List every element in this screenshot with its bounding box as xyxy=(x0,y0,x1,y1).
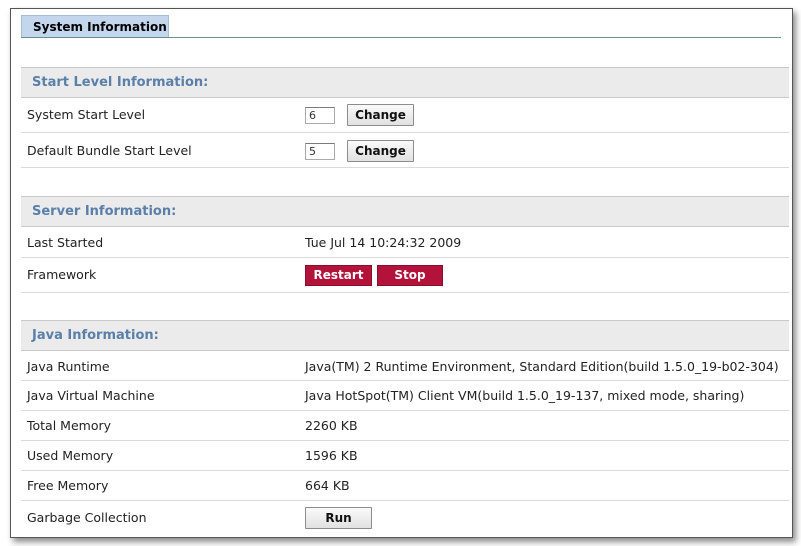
java-header: Java Information: xyxy=(21,320,789,351)
system-start-level-row: System Start Level 6 Change xyxy=(21,98,789,133)
default-bundle-start-level-input[interactable]: 5 xyxy=(305,143,335,160)
used-memory-value: 1596 KB xyxy=(305,448,358,463)
default-bundle-start-level-row: Default Bundle Start Level 5 Change xyxy=(21,133,789,168)
tab-bar: System Information xyxy=(21,15,781,38)
system-start-level-change-button[interactable]: Change xyxy=(347,104,414,126)
framework-row: Framework Restart Stop xyxy=(21,258,789,293)
server-header: Server Information: xyxy=(21,196,789,227)
used-memory-row: Used Memory 1596 KB xyxy=(21,441,789,471)
java-vm-row: Java Virtual Machine Java HotSpot(TM) Cl… xyxy=(21,381,789,411)
total-memory-row: Total Memory 2260 KB xyxy=(21,411,789,441)
tab-system-information[interactable]: System Information xyxy=(21,15,169,37)
last-started-value: Tue Jul 14 10:24:32 2009 xyxy=(305,235,462,250)
framework-label: Framework xyxy=(27,267,97,282)
java-section: Java Information: Java Runtime Java(TM) … xyxy=(21,320,789,535)
free-memory-label: Free Memory xyxy=(27,478,109,493)
start-level-header: Start Level Information: xyxy=(21,67,789,98)
total-memory-label: Total Memory xyxy=(27,418,112,433)
last-started-label: Last Started xyxy=(27,235,104,250)
java-vm-value: Java HotSpot(TM) Client VM(build 1.5.0_1… xyxy=(305,388,745,403)
free-memory-value: 664 KB xyxy=(305,478,350,493)
system-start-level-label: System Start Level xyxy=(27,107,146,122)
java-vm-label: Java Virtual Machine xyxy=(27,388,155,403)
run-gc-button[interactable]: Run xyxy=(305,507,372,529)
restart-button[interactable]: Restart xyxy=(305,265,372,286)
garbage-collection-row: Garbage Collection Run xyxy=(21,501,789,535)
java-runtime-label: Java Runtime xyxy=(27,359,110,374)
free-memory-row: Free Memory 664 KB xyxy=(21,471,789,501)
server-section: Server Information: Last Started Tue Jul… xyxy=(21,196,789,293)
used-memory-label: Used Memory xyxy=(27,448,114,463)
total-memory-value: 2260 KB xyxy=(305,418,358,433)
stop-button[interactable]: Stop xyxy=(377,265,443,286)
default-bundle-start-level-change-button[interactable]: Change xyxy=(347,140,414,162)
last-started-row: Last Started Tue Jul 14 10:24:32 2009 xyxy=(21,227,789,258)
garbage-collection-label: Garbage Collection xyxy=(27,510,147,525)
system-information-window: System Information Start Level Informati… xyxy=(10,8,793,538)
system-start-level-input[interactable]: 6 xyxy=(305,107,335,124)
java-runtime-value: Java(TM) 2 Runtime Environment, Standard… xyxy=(305,359,779,374)
java-runtime-row: Java Runtime Java(TM) 2 Runtime Environm… xyxy=(21,351,789,381)
default-bundle-start-level-label: Default Bundle Start Level xyxy=(27,143,192,158)
start-level-section: Start Level Information: System Start Le… xyxy=(21,67,789,168)
